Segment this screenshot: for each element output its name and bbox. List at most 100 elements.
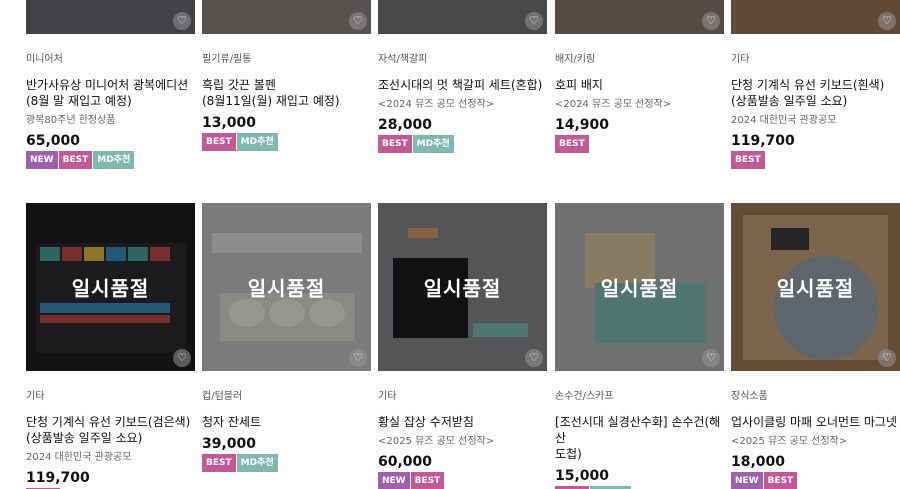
product-title[interactable]: 단청 기계식 유선 키보드(흰색) (상품발송 일주일 소요) — [731, 77, 900, 109]
product-thumbnail[interactable]: 일시품절 ♡ — [555, 203, 724, 371]
product-card[interactable]: ♡ 기타 단청 기계식 유선 키보드(흰색) (상품발송 일주일 소요) 202… — [731, 0, 900, 169]
best-badge: BEST — [378, 135, 412, 153]
product-thumbnail[interactable]: 일시품절 ♡ — [202, 203, 371, 371]
best-badge: BEST — [58, 151, 93, 169]
product-card[interactable]: 일시품절 ♡ 컵/텀블러 청자 잔세트 39,000 BEST MD추천 — [202, 203, 371, 472]
product-card[interactable]: ♡ 미니어처 반가사유상 미니어처 광복에디션 (8월 말 재입고 예정) 광복… — [26, 0, 195, 169]
product-thumbnail[interactable]: ♡ — [202, 0, 371, 34]
product-title[interactable]: 흑립 갓끈 볼펜 (8월11일(월) 재입고 예정) — [202, 77, 371, 109]
product-title[interactable]: 단청 기계식 유선 키보드(검은색) (상품발송 일주일 소요) — [26, 414, 195, 446]
product-price: 39,000 — [202, 436, 257, 452]
product-price: 119,700 — [731, 133, 795, 149]
product-title[interactable]: [조선시대 실경산수화] 손수건(해산 도첩) — [555, 414, 724, 462]
product-price: 119,700 — [26, 470, 90, 486]
heart-icon[interactable]: ♡ — [173, 12, 191, 30]
heart-icon[interactable]: ♡ — [702, 349, 720, 367]
product-category: 손수건/스카프 — [555, 391, 614, 402]
heart-icon[interactable]: ♡ — [878, 349, 896, 367]
best-badge: BEST — [555, 135, 589, 153]
badge-group: BEST — [555, 135, 724, 153]
product-subtitle: <2024 뮤즈 공모 선정작> — [555, 99, 672, 110]
md-badge: MD추천 — [93, 151, 135, 169]
product-title-line: 청자 잔세트 — [202, 415, 262, 429]
md-badge: MD추천 — [236, 454, 278, 472]
badge-group: BEST — [731, 151, 900, 169]
badge-group: NEW BEST MD추천 — [26, 151, 195, 169]
heart-icon[interactable]: ♡ — [878, 12, 896, 30]
product-title-line: 도첩) — [555, 447, 582, 461]
product-title-line: 반가사유상 미니어처 광복에디션 — [26, 78, 189, 92]
product-thumbnail[interactable]: 일시품절 ♡ — [731, 203, 900, 371]
product-price: 60,000 — [378, 454, 433, 470]
product-title-line: 업사이클링 마패 오너먼트 마그넷 — [731, 415, 898, 429]
product-title-line: 단청 기계식 유선 키보드(흰색) — [731, 78, 885, 92]
product-card[interactable]: ♡ 자석/책갈피 조선시대의 멋 책갈피 세트(혼합) <2024 뮤즈 공모 … — [378, 0, 547, 153]
product-category: 미니어처 — [26, 54, 63, 65]
heart-icon[interactable]: ♡ — [525, 349, 543, 367]
product-subtitle: <2025 뮤즈 공모 선정작> — [731, 436, 848, 447]
product-title-line: 단청 기계식 유선 키보드(검은색) — [26, 415, 191, 429]
product-title-line: [조선시대 실경산수화] 손수건(해산 — [555, 415, 721, 445]
thumbnail-shade — [731, 0, 900, 34]
product-thumbnail[interactable]: 일시품절 ♡ — [26, 203, 195, 371]
product-price: 14,900 — [555, 117, 610, 133]
best-badge: BEST — [763, 472, 798, 489]
best-badge: BEST — [202, 133, 236, 151]
heart-icon[interactable]: ♡ — [173, 349, 191, 367]
heart-icon[interactable]: ♡ — [349, 12, 367, 30]
new-badge: NEW — [26, 151, 58, 169]
product-thumbnail[interactable]: ♡ — [555, 0, 724, 34]
product-thumbnail[interactable]: ♡ — [378, 0, 547, 34]
product-title-line: 호피 배지 — [555, 78, 603, 92]
badge-group: BEST MD추천 — [202, 133, 371, 151]
soldout-label: 일시품절 — [247, 276, 326, 301]
soldout-label: 일시품절 — [600, 276, 679, 301]
product-title[interactable]: 황실 잡상 수저받침 — [378, 414, 547, 430]
product-title-line: 조선시대의 멋 책갈피 세트(혼합) — [378, 78, 543, 92]
product-title[interactable]: 조선시대의 멋 책갈피 세트(혼합) — [378, 77, 547, 93]
product-title-line: 흑립 갓끈 볼펜 — [202, 78, 276, 92]
product-subtitle: 광복80주년 한정상품 — [26, 115, 116, 126]
badge-group: NEW BEST — [731, 472, 900, 489]
product-price: 65,000 — [26, 133, 81, 149]
product-title[interactable]: 업사이클링 마패 오너먼트 마그넷 — [731, 414, 900, 430]
product-card[interactable]: 일시품절 ♡ 기타 단청 기계식 유선 키보드(검은색) (상품발송 일주일 소… — [26, 203, 195, 489]
product-title-line: 황실 잡상 수저받침 — [378, 415, 474, 429]
product-thumbnail[interactable]: ♡ — [731, 0, 900, 34]
heart-icon[interactable]: ♡ — [525, 12, 543, 30]
product-title[interactable]: 청자 잔세트 — [202, 414, 371, 430]
soldout-label: 일시품절 — [423, 276, 502, 301]
product-title-line: (8월11일(월) 재입고 예정) — [202, 94, 340, 108]
product-thumbnail[interactable]: ♡ — [26, 0, 195, 34]
product-subtitle: <2024 뮤즈 공모 선정작> — [378, 99, 495, 110]
new-badge: NEW — [731, 472, 763, 489]
product-price: 18,000 — [731, 454, 786, 470]
product-card[interactable]: 일시품절 ♡ 기타 황실 잡상 수저받침 <2025 뮤즈 공모 선정작> 60… — [378, 203, 547, 489]
product-title[interactable]: 반가사유상 미니어처 광복에디션 (8월 말 재입고 예정) — [26, 77, 195, 109]
soldout-label: 일시품절 — [71, 276, 150, 301]
product-card[interactable]: ♡ 배지/키링 호피 배지 <2024 뮤즈 공모 선정작> 14,900 BE… — [555, 0, 724, 153]
product-category: 기타 — [731, 54, 750, 65]
product-card[interactable]: ♡ 필기류/필통 흑립 갓끈 볼펜 (8월11일(월) 재입고 예정) 13,0… — [202, 0, 371, 151]
product-category: 장식소품 — [731, 391, 768, 402]
product-card[interactable]: 일시품절 ♡ 손수건/스카프 [조선시대 실경산수화] 손수건(해산 도첩) 1… — [555, 203, 724, 489]
product-category: 컵/텀블러 — [202, 391, 243, 402]
md-badge: MD추천 — [412, 135, 454, 153]
thumbnail-shade — [202, 0, 371, 34]
badge-group: NEW BEST — [378, 472, 547, 489]
heart-icon[interactable]: ♡ — [349, 349, 367, 367]
product-title[interactable]: 호피 배지 — [555, 77, 724, 93]
new-badge: NEW — [378, 472, 410, 489]
product-category: 기타 — [26, 391, 45, 402]
product-subtitle: 2024 대한민국 관광공모 — [26, 452, 132, 463]
heart-icon[interactable]: ♡ — [702, 12, 720, 30]
product-subtitle: 2024 대한민국 관광공모 — [731, 115, 837, 126]
best-badge: BEST — [410, 472, 445, 489]
thumbnail-shade — [555, 0, 724, 34]
product-thumbnail[interactable]: 일시품절 ♡ — [378, 203, 547, 371]
badge-group: BEST MD추천 — [202, 454, 371, 472]
thumbnail-shade — [26, 0, 195, 34]
soldout-label: 일시품절 — [776, 276, 855, 301]
best-badge: BEST — [202, 454, 236, 472]
product-card[interactable]: 일시품절 ♡ 장식소품 업사이클링 마패 오너먼트 마그넷 <2025 뮤즈 공… — [731, 203, 900, 489]
